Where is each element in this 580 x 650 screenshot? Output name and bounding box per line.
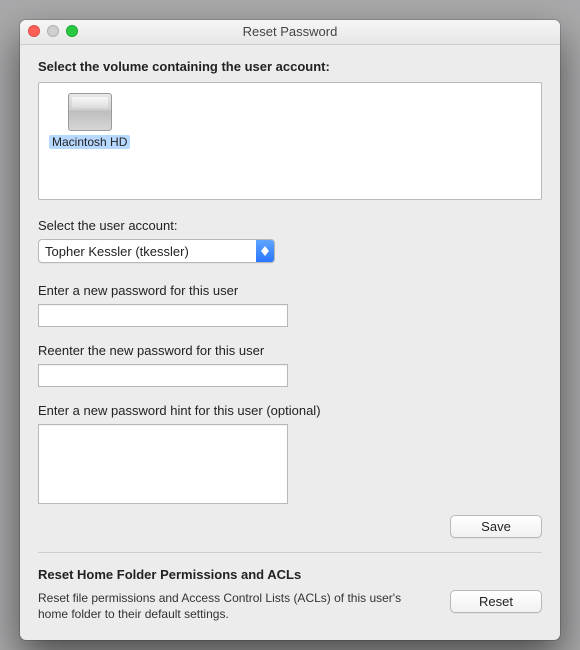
reset-password-window: Reset Password Select the volume contain… <box>20 20 560 640</box>
window-controls <box>28 25 78 37</box>
user-account-select[interactable]: Topher Kessler (tkessler) <box>38 239 275 263</box>
new-password-input[interactable] <box>38 304 288 327</box>
hard-drive-icon <box>68 93 112 131</box>
volume-item-label: Macintosh HD <box>49 135 130 149</box>
volume-list[interactable]: Macintosh HD <box>38 82 542 200</box>
password-hint-input[interactable] <box>38 424 288 504</box>
save-button[interactable]: Save <box>450 515 542 538</box>
minimize-icon <box>47 25 59 37</box>
user-account-selected: Topher Kessler (tkessler) <box>39 244 256 259</box>
window-content: Select the volume containing the user ac… <box>20 45 560 640</box>
volume-heading: Select the volume containing the user ac… <box>38 59 542 74</box>
acl-description: Reset file permissions and Access Contro… <box>38 590 430 622</box>
user-account-label: Select the user account: <box>38 218 542 233</box>
titlebar: Reset Password <box>20 20 560 45</box>
close-icon[interactable] <box>28 25 40 37</box>
section-divider <box>38 552 542 553</box>
reset-button[interactable]: Reset <box>450 590 542 613</box>
confirm-password-input[interactable] <box>38 364 288 387</box>
confirm-password-label: Reenter the new password for this user <box>38 343 542 358</box>
new-password-label: Enter a new password for this user <box>38 283 542 298</box>
password-hint-label: Enter a new password hint for this user … <box>38 403 542 418</box>
zoom-icon[interactable] <box>66 25 78 37</box>
window-title: Reset Password <box>20 20 560 44</box>
select-arrows-icon <box>256 240 274 262</box>
acl-heading: Reset Home Folder Permissions and ACLs <box>38 567 542 582</box>
volume-item-macintosh-hd[interactable]: Macintosh HD <box>47 89 132 151</box>
